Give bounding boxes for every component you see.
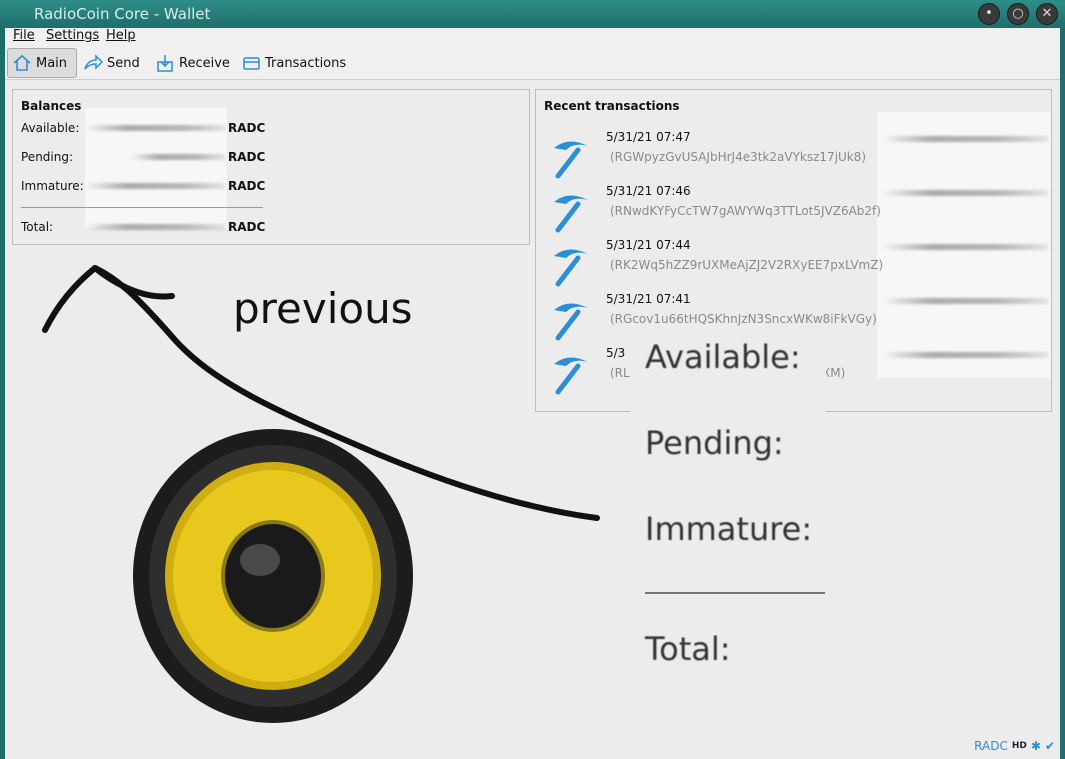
transactions-tab-button[interactable]: Transactions <box>237 48 350 78</box>
pickaxe-mined-icon <box>554 303 588 341</box>
main-tab-button[interactable]: Main <box>7 48 77 78</box>
send-tab-label: Send <box>107 55 140 71</box>
total-value-redacted <box>85 224 225 230</box>
overlay-total-label: Total: <box>645 630 731 668</box>
minimize-button[interactable]: • <box>978 3 1000 25</box>
home-icon <box>13 54 31 71</box>
balances-title: Balances <box>21 99 82 113</box>
title-bar[interactable]: RadioCoin Core - Wallet • ○ ✕ <box>0 0 1065 28</box>
overlay-immature-label: Immature: <box>645 510 813 548</box>
recent-transactions-title: Recent transactions <box>544 99 680 113</box>
available-label: Available: <box>21 121 80 135</box>
transaction-address: (RNwdKYFyCcTW7gAWYWq3TTLot5JVZ6Ab2f) <box>610 204 881 218</box>
transaction-date: 5/3 <box>606 346 626 360</box>
enlarged-labels-overlay: Available: Pending: Immature: Total: <box>630 328 826 688</box>
transaction-amount-redacted <box>882 190 1048 196</box>
transaction-date: 5/31/21 07:46 <box>606 184 691 198</box>
send-tab-button[interactable]: Send <box>79 48 144 78</box>
transaction-amount-redacted <box>882 298 1048 304</box>
overlay-available-label: Available: <box>645 338 801 376</box>
pickaxe-mined-icon <box>554 195 588 233</box>
transactions-tab-label: Transactions <box>265 55 347 71</box>
main-tab-label: Main <box>36 55 68 71</box>
transaction-row[interactable]: 5/31/21 07:44 (RK2Wq5hZZ9rUXMeAjZJ2V2RXy… <box>536 238 1048 290</box>
previous-annotation: previous <box>233 284 413 333</box>
total-unit: RADC <box>228 220 266 234</box>
status-unit: RADC <box>974 739 1008 753</box>
transactions-card-icon <box>243 57 260 70</box>
toolbar: Main Send Receive Transactions <box>5 46 1060 80</box>
immature-value-redacted <box>85 183 225 189</box>
pickaxe-mined-icon <box>554 141 588 179</box>
transaction-amount-redacted <box>882 352 1048 358</box>
total-label: Total: <box>21 220 54 234</box>
receive-tab-button[interactable]: Receive <box>151 48 234 78</box>
transaction-date: 5/31/21 07:44 <box>606 238 691 252</box>
transaction-date: 5/31/21 07:47 <box>606 130 691 144</box>
pending-unit: RADC <box>228 150 266 164</box>
transaction-row[interactable]: 5/31/21 07:46 (RNwdKYFyCcTW7gAWYWq3TTLot… <box>536 184 1048 236</box>
balance-divider <box>21 207 263 208</box>
menu-help[interactable]: Help <box>106 28 136 43</box>
window-frame-right <box>1060 28 1065 759</box>
hd-badge: HD <box>1011 741 1027 751</box>
window-title: RadioCoin Core - Wallet <box>34 5 211 23</box>
transaction-address: (RK2Wq5hZZ9rUXMeAjZJ2V2RXyEE7pxLVmZ) <box>610 258 884 272</box>
immature-unit: RADC <box>228 179 266 193</box>
receive-inbox-icon <box>157 55 173 72</box>
balances-panel: Balances Available: RADC Pending: RADC I… <box>12 89 530 245</box>
receive-tab-label: Receive <box>179 55 230 71</box>
available-value-redacted <box>85 125 225 131</box>
transaction-date: 5/31/21 07:41 <box>606 292 691 306</box>
status-bar: RADC HD ✱ ✔ <box>974 739 1055 753</box>
send-arrow-icon <box>84 54 103 70</box>
transaction-address: (RGWpyzGvUSAJbHrJ4e3tk2aVYksz17jUk8) <box>610 150 867 164</box>
network-icon[interactable]: ✱ <box>1031 739 1041 753</box>
available-unit: RADC <box>228 121 266 135</box>
pending-value-redacted <box>131 154 225 160</box>
transaction-address: (RL <box>610 366 630 380</box>
transaction-address: (RGcov1u66tHQSKhnJzN3SncxWKw8iFkVGy) <box>610 312 877 326</box>
pickaxe-mined-icon <box>554 249 588 287</box>
maximize-button[interactable]: ○ <box>1007 3 1029 25</box>
pending-label: Pending: <box>21 150 74 164</box>
synced-check-icon[interactable]: ✔ <box>1045 739 1055 753</box>
transaction-row[interactable]: 5/31/21 07:47 (RGWpyzGvUSAJbHrJ4e3tk2aVY… <box>536 130 1048 182</box>
immature-label: Immature: <box>21 179 84 193</box>
menu-file[interactable]: File <box>13 28 35 43</box>
window-frame-left <box>0 28 5 759</box>
menu-bar: File Settings Help <box>5 28 1060 46</box>
overlay-pending-label: Pending: <box>645 424 784 462</box>
close-button[interactable]: ✕ <box>1036 3 1058 25</box>
transaction-amount-redacted <box>882 136 1048 142</box>
overlay-divider <box>645 592 825 594</box>
menu-settings[interactable]: Settings <box>46 28 99 43</box>
speaker-icon <box>133 429 413 723</box>
transaction-amount-redacted <box>882 244 1048 250</box>
pickaxe-mined-icon <box>554 357 588 395</box>
